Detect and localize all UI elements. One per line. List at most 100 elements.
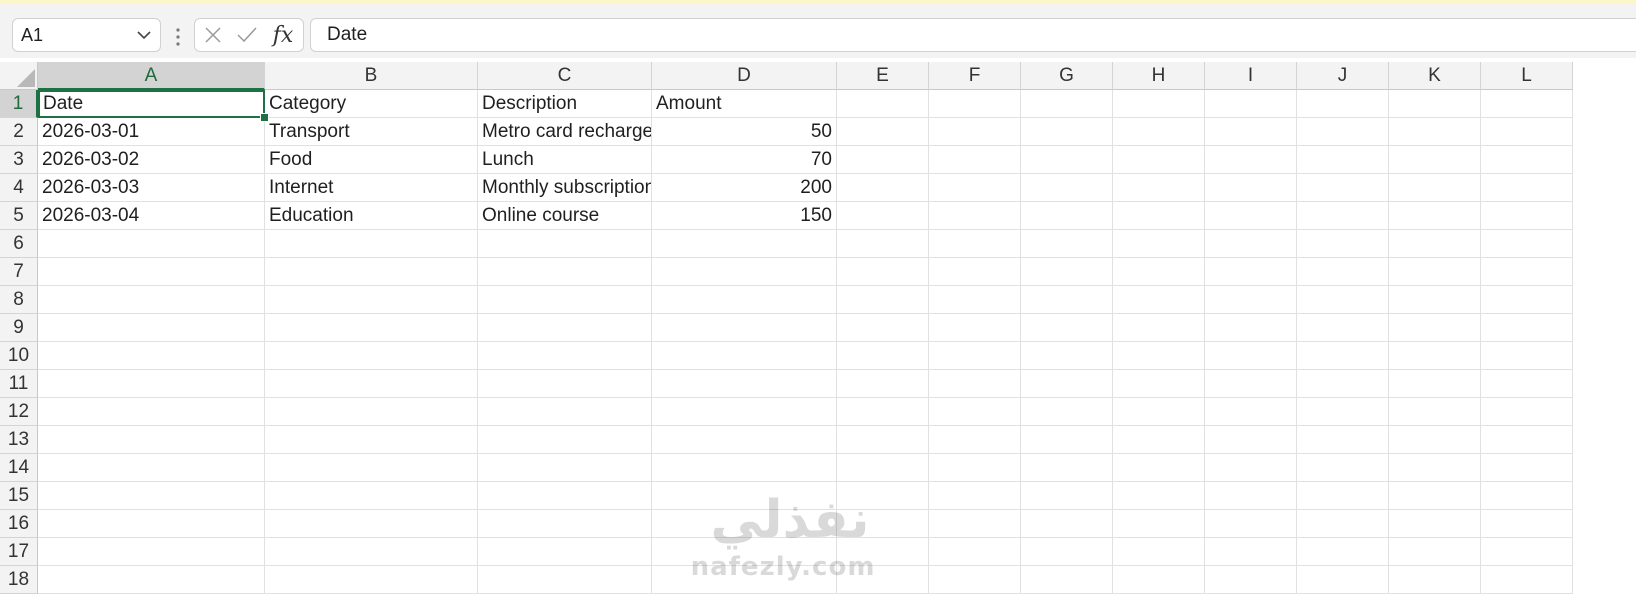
- cell-h14[interactable]: [1113, 454, 1205, 482]
- cell-f2[interactable]: [929, 118, 1021, 146]
- row-header-10[interactable]: 10: [0, 342, 38, 370]
- cell-l6[interactable]: [1481, 230, 1573, 258]
- cell-e5[interactable]: [837, 202, 929, 230]
- cell-g11[interactable]: [1021, 370, 1113, 398]
- cell-k4[interactable]: [1389, 174, 1481, 202]
- cell-e12[interactable]: [837, 398, 929, 426]
- cell-c2[interactable]: Metro card recharge: [478, 118, 652, 146]
- cell-h2[interactable]: [1113, 118, 1205, 146]
- cell-l15[interactable]: [1481, 482, 1573, 510]
- cell-k13[interactable]: [1389, 426, 1481, 454]
- cell-k11[interactable]: [1389, 370, 1481, 398]
- cell-i13[interactable]: [1205, 426, 1297, 454]
- cell-f15[interactable]: [929, 482, 1021, 510]
- cell-f11[interactable]: [929, 370, 1021, 398]
- cell-b15[interactable]: [265, 482, 478, 510]
- cell-f7[interactable]: [929, 258, 1021, 286]
- cell-g16[interactable]: [1021, 510, 1113, 538]
- cell-k9[interactable]: [1389, 314, 1481, 342]
- cell-a13[interactable]: [38, 426, 265, 454]
- cell-l2[interactable]: [1481, 118, 1573, 146]
- cell-g13[interactable]: [1021, 426, 1113, 454]
- cell-h1[interactable]: [1113, 90, 1205, 118]
- cell-f4[interactable]: [929, 174, 1021, 202]
- cell-e11[interactable]: [837, 370, 929, 398]
- cell-a1[interactable]: Date: [38, 90, 265, 118]
- cell-i4[interactable]: [1205, 174, 1297, 202]
- enter-check-icon[interactable]: [231, 19, 263, 51]
- cell-b9[interactable]: [265, 314, 478, 342]
- cell-f6[interactable]: [929, 230, 1021, 258]
- cell-b13[interactable]: [265, 426, 478, 454]
- cell-i16[interactable]: [1205, 510, 1297, 538]
- cell-c4[interactable]: Monthly subscription: [478, 174, 652, 202]
- column-header-e[interactable]: E: [837, 62, 929, 90]
- row-header-5[interactable]: 5: [0, 202, 38, 230]
- cell-k17[interactable]: [1389, 538, 1481, 566]
- cell-a11[interactable]: [38, 370, 265, 398]
- cell-e13[interactable]: [837, 426, 929, 454]
- cell-b2[interactable]: Transport: [265, 118, 478, 146]
- cell-c18[interactable]: [478, 566, 652, 594]
- cell-l13[interactable]: [1481, 426, 1573, 454]
- cell-i7[interactable]: [1205, 258, 1297, 286]
- cell-e9[interactable]: [837, 314, 929, 342]
- cell-e10[interactable]: [837, 342, 929, 370]
- cell-j6[interactable]: [1297, 230, 1389, 258]
- cell-b3[interactable]: Food: [265, 146, 478, 174]
- cell-h16[interactable]: [1113, 510, 1205, 538]
- cell-i12[interactable]: [1205, 398, 1297, 426]
- cell-j10[interactable]: [1297, 342, 1389, 370]
- cell-b12[interactable]: [265, 398, 478, 426]
- cell-l17[interactable]: [1481, 538, 1573, 566]
- cell-i6[interactable]: [1205, 230, 1297, 258]
- cell-i3[interactable]: [1205, 146, 1297, 174]
- cell-f16[interactable]: [929, 510, 1021, 538]
- cell-l4[interactable]: [1481, 174, 1573, 202]
- cell-l8[interactable]: [1481, 286, 1573, 314]
- cell-d5[interactable]: 150: [652, 202, 837, 230]
- column-header-k[interactable]: K: [1389, 62, 1481, 90]
- row-header-16[interactable]: 16: [0, 510, 38, 538]
- cell-j7[interactable]: [1297, 258, 1389, 286]
- cell-g3[interactable]: [1021, 146, 1113, 174]
- cell-g5[interactable]: [1021, 202, 1113, 230]
- column-header-i[interactable]: I: [1205, 62, 1297, 90]
- cell-g4[interactable]: [1021, 174, 1113, 202]
- cell-e2[interactable]: [837, 118, 929, 146]
- cell-b17[interactable]: [265, 538, 478, 566]
- cell-f9[interactable]: [929, 314, 1021, 342]
- cell-d1[interactable]: Amount: [652, 90, 837, 118]
- cell-d4[interactable]: 200: [652, 174, 837, 202]
- cell-c12[interactable]: [478, 398, 652, 426]
- cell-g9[interactable]: [1021, 314, 1113, 342]
- column-header-g[interactable]: G: [1021, 62, 1113, 90]
- cell-c16[interactable]: [478, 510, 652, 538]
- cell-i2[interactable]: [1205, 118, 1297, 146]
- row-header-4[interactable]: 4: [0, 174, 38, 202]
- column-header-l[interactable]: L: [1481, 62, 1573, 90]
- cell-j12[interactable]: [1297, 398, 1389, 426]
- cell-h8[interactable]: [1113, 286, 1205, 314]
- cell-c15[interactable]: [478, 482, 652, 510]
- cell-f3[interactable]: [929, 146, 1021, 174]
- cell-e6[interactable]: [837, 230, 929, 258]
- cell-k10[interactable]: [1389, 342, 1481, 370]
- cell-k2[interactable]: [1389, 118, 1481, 146]
- cell-h3[interactable]: [1113, 146, 1205, 174]
- cell-l9[interactable]: [1481, 314, 1573, 342]
- cell-e1[interactable]: [837, 90, 929, 118]
- cell-i18[interactable]: [1205, 566, 1297, 594]
- cell-f10[interactable]: [929, 342, 1021, 370]
- cell-j13[interactable]: [1297, 426, 1389, 454]
- cell-j8[interactable]: [1297, 286, 1389, 314]
- cell-i11[interactable]: [1205, 370, 1297, 398]
- cell-h6[interactable]: [1113, 230, 1205, 258]
- cell-a9[interactable]: [38, 314, 265, 342]
- cell-j11[interactable]: [1297, 370, 1389, 398]
- cell-e14[interactable]: [837, 454, 929, 482]
- cell-i1[interactable]: [1205, 90, 1297, 118]
- cell-l12[interactable]: [1481, 398, 1573, 426]
- cell-h12[interactable]: [1113, 398, 1205, 426]
- cell-h7[interactable]: [1113, 258, 1205, 286]
